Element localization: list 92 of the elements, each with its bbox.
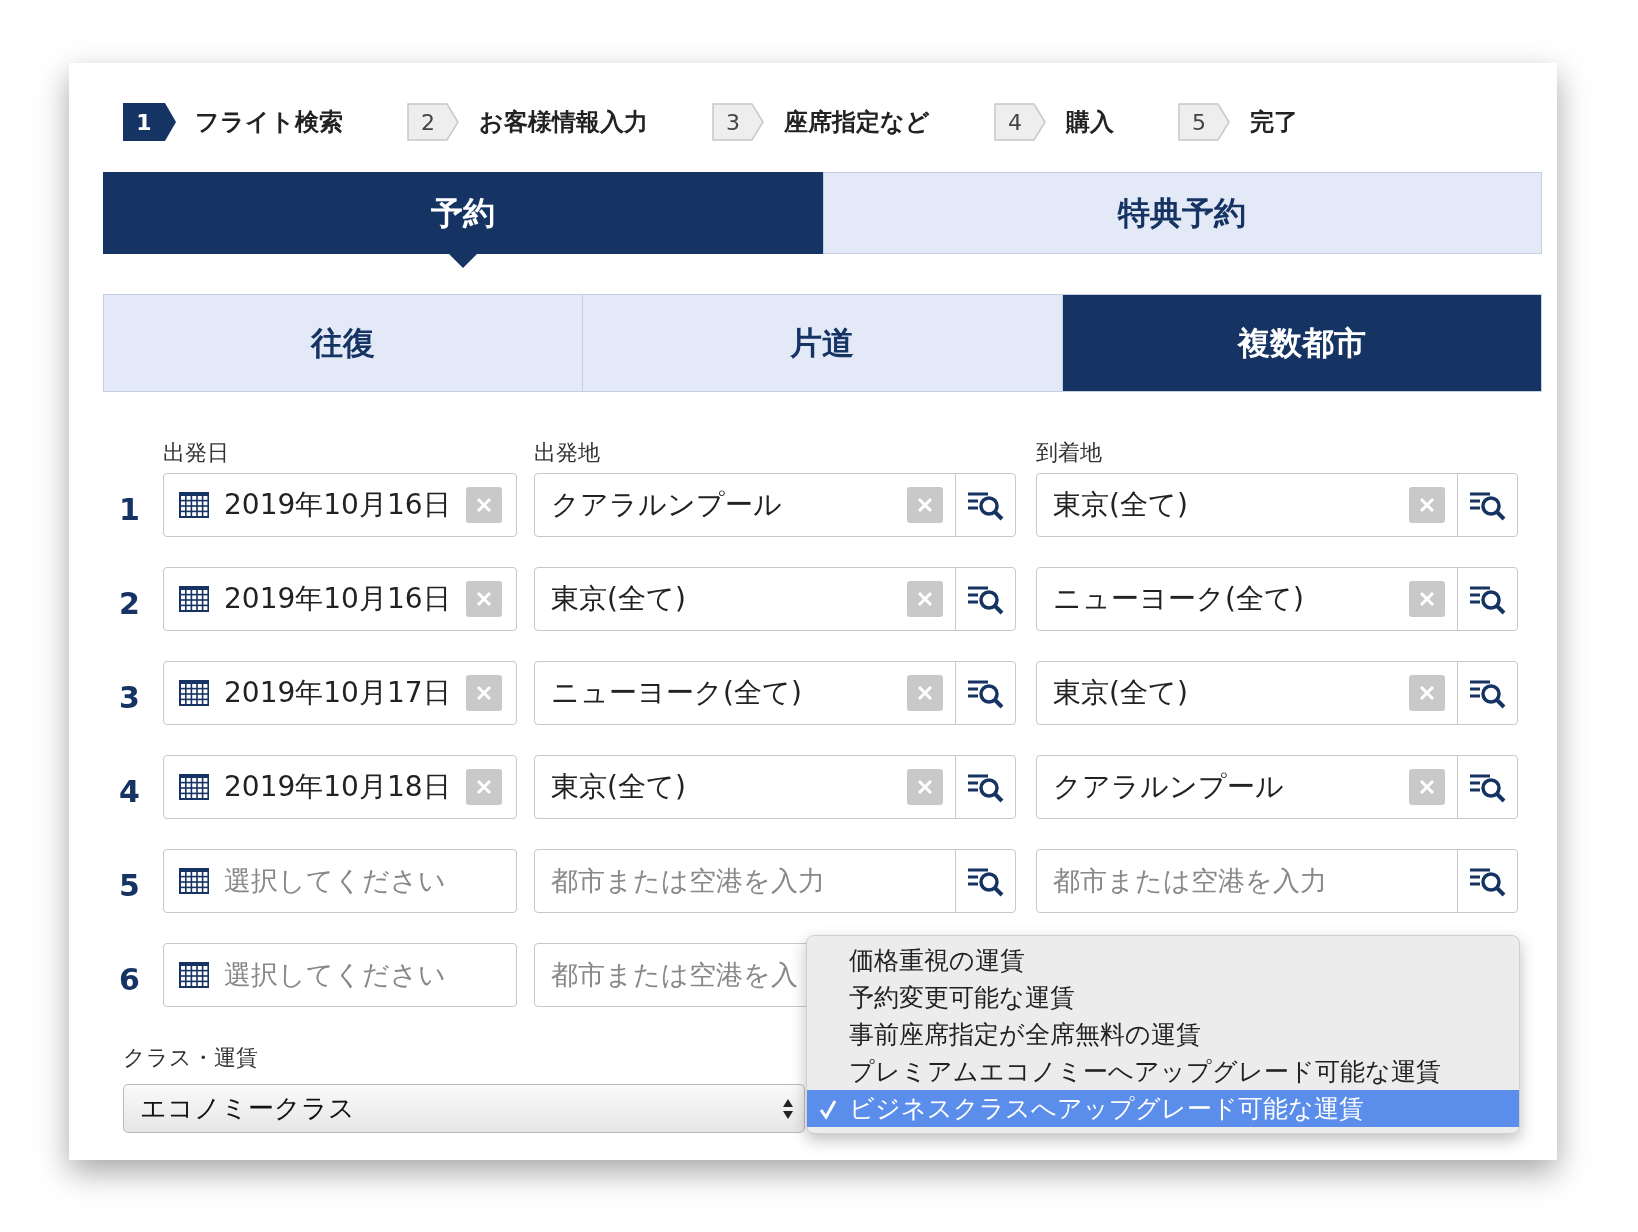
field-value: 東京(全て)	[1053, 488, 1188, 521]
city-field[interactable]: 東京(全て)	[1036, 473, 1518, 537]
city-field[interactable]: ニューヨーク(全て)	[1036, 567, 1518, 631]
step-badge: 2	[407, 103, 461, 141]
trip-type-tab[interactable]: 片道	[582, 295, 1062, 391]
field-value: 2019年10月16日	[224, 488, 451, 521]
close-icon	[1418, 684, 1436, 702]
clear-button[interactable]	[1409, 487, 1445, 523]
clear-button[interactable]	[466, 581, 502, 617]
field-value: 2019年10月16日	[224, 582, 451, 615]
close-icon	[916, 496, 934, 514]
city-field[interactable]: クアラルンプール	[1036, 755, 1518, 819]
city-field[interactable]: 都市または空港を入力	[1036, 849, 1518, 913]
trip-type-tab[interactable]: 往復	[104, 295, 583, 391]
clear-button[interactable]	[1409, 581, 1445, 617]
column-label: 出発地	[534, 439, 601, 462]
field-value: クアラルンプール	[551, 488, 782, 521]
leg-number: 6	[118, 960, 141, 999]
booking-tab[interactable]: 特典予約	[822, 172, 1542, 254]
close-icon	[916, 778, 934, 796]
field-value: 東京(全て)	[551, 770, 686, 803]
close-icon	[916, 590, 934, 608]
city-field[interactable]: ニューヨーク(全て)	[534, 661, 1016, 725]
calendar-icon	[178, 867, 210, 895]
calendar-icon	[178, 585, 210, 613]
booking-tab[interactable]: 予約	[103, 172, 823, 254]
close-icon	[475, 590, 493, 608]
field-placeholder: 選択してください	[224, 958, 446, 990]
clear-button[interactable]	[907, 769, 943, 805]
tab-pointer-icon	[448, 254, 477, 268]
leg-number: 1	[118, 490, 141, 529]
class-select[interactable]: エコノミークラス	[123, 1084, 805, 1133]
column-label: 到着地	[1036, 439, 1102, 462]
close-icon	[916, 684, 934, 702]
clear-button[interactable]	[466, 769, 502, 805]
field-value: 2019年10月18日	[224, 770, 451, 803]
field-value: 2019年10月17日	[224, 676, 451, 709]
step-badge: 1	[123, 103, 177, 141]
close-icon	[475, 496, 493, 514]
step-label: 完了	[1250, 107, 1298, 138]
field-value: ニューヨーク(全て)	[1053, 582, 1304, 615]
date-field[interactable]: 選択してください	[163, 943, 517, 1007]
leg-number: 4	[118, 772, 141, 811]
city-field[interactable]: 東京(全て)	[534, 567, 1016, 631]
step-label: 購入	[1066, 107, 1114, 138]
step-badge: 3	[712, 103, 766, 141]
step-label: お客様情報入力	[479, 107, 648, 138]
close-icon	[1418, 778, 1436, 796]
trip-type-tab[interactable]: 複数都市	[1061, 295, 1541, 391]
clear-button[interactable]	[466, 487, 502, 523]
date-field[interactable]: 2019年10月18日	[163, 755, 517, 819]
fare-option[interactable]: プレミアムエコノミーへアップグレード可能な運賃	[807, 1053, 1519, 1090]
field-placeholder: 都市または空港を入力	[1053, 864, 1327, 896]
field-value: ニューヨーク(全て)	[551, 676, 802, 709]
leg-number: 3	[118, 678, 141, 717]
leg-number: 2	[118, 584, 141, 623]
fare-option[interactable]: 事前座席指定が全席無料の運賃	[807, 1016, 1519, 1053]
class-fare-label: クラス・運賃	[123, 1044, 258, 1067]
close-icon	[1418, 590, 1436, 608]
field-value: クアラルンプール	[1053, 770, 1284, 803]
date-field[interactable]: 2019年10月16日	[163, 567, 517, 631]
column-label: 出発日	[163, 439, 230, 462]
step-label: 座席指定など	[784, 107, 930, 138]
clear-button[interactable]	[907, 675, 943, 711]
calendar-icon	[178, 961, 210, 989]
field-placeholder: 都市または空港を入力	[551, 864, 825, 896]
step-badge: 4	[994, 103, 1048, 141]
field-value: 東京(全て)	[1053, 676, 1188, 709]
close-icon	[1418, 496, 1436, 514]
city-field[interactable]: クアラルンプール	[534, 473, 1016, 537]
clear-button[interactable]	[907, 581, 943, 617]
city-field[interactable]: 都市または空港を入力	[534, 849, 1016, 913]
clear-button[interactable]	[466, 675, 502, 711]
calendar-icon	[178, 773, 210, 801]
field-value: 東京(全て)	[551, 582, 686, 615]
clear-button[interactable]	[907, 487, 943, 523]
date-field[interactable]: 2019年10月17日	[163, 661, 517, 725]
field-placeholder: 都市または空港を入	[551, 958, 798, 990]
calendar-icon	[178, 679, 210, 707]
leg-number: 5	[118, 866, 141, 905]
date-field[interactable]: 選択してください	[163, 849, 517, 913]
close-icon	[475, 684, 493, 702]
clear-button[interactable]	[1409, 675, 1445, 711]
clear-button[interactable]	[1409, 769, 1445, 805]
step-label: フライト検索	[195, 107, 343, 138]
field-placeholder: 選択してください	[224, 864, 446, 896]
date-field[interactable]: 2019年10月16日	[163, 473, 517, 537]
step-badge: 5	[1178, 103, 1232, 141]
close-icon	[475, 778, 493, 796]
calendar-icon	[178, 491, 210, 519]
city-field[interactable]: 東京(全て)	[534, 755, 1016, 819]
city-field[interactable]: 東京(全て)	[1036, 661, 1518, 725]
